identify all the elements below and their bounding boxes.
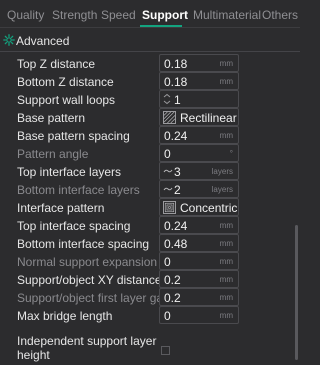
setting-label: Independent support layer [17,334,157,348]
setting-label: Interface pattern [17,201,105,215]
bottom-z-distance-input[interactable]: 0.18 mm [159,72,239,90]
active-tab-indicator [140,25,182,27]
setting-label-continued: height [17,348,50,362]
first-layer-gap-input[interactable]: 0.2 mm [159,288,239,306]
section-title: Advanced [16,34,70,48]
tab-quality[interactable]: Quality [7,8,44,22]
field-unit: mm [219,131,233,140]
setting-row-independent-support-height: Independent support layer height [0,326,292,362]
base-pattern-select[interactable]: Rectilinear [159,108,239,126]
field-value: 1 [174,93,181,107]
field-unit: mm [219,59,233,68]
field-value: 0.24 [164,129,188,143]
tab-others[interactable]: Others [262,8,298,22]
field-value: 0.2 [164,273,181,287]
interface-pattern-select[interactable]: Concentric [159,198,239,216]
field-value: Concentric [180,201,238,215]
tilde-icon [163,187,173,191]
setting-label: Normal support expansion [17,255,158,269]
field-unit: mm [219,257,233,266]
top-z-distance-input[interactable]: 0.18 mm [159,54,239,72]
settings-tab-bar: Quality Strength Speed Support Multimate… [0,0,300,28]
setting-label: Max bridge length [17,309,113,323]
tab-strength[interactable]: Strength [52,8,97,22]
field-value: 0.2 [164,291,181,305]
support-wall-loops-spinner[interactable]: 1 [159,90,239,108]
max-bridge-length-input[interactable]: 0 mm [159,306,239,324]
setting-label: Bottom interface layers [17,183,140,197]
base-pattern-spacing-input[interactable]: 0.24 mm [159,126,239,144]
setting-label: Support/object first layer gap [17,291,170,305]
field-unit: ° [229,149,233,158]
section-divider [0,51,300,52]
field-value: 0.18 [164,75,188,89]
setting-label: Base pattern [17,111,86,125]
tab-speed[interactable]: Speed [101,8,136,22]
field-value: 3 [174,165,181,179]
field-unit: mm [219,293,233,302]
field-value: 0 [164,309,171,323]
setting-label: Support/object XY distance [17,273,162,287]
field-value: 0.24 [164,219,188,233]
setting-label: Top interface spacing [17,219,131,233]
setting-label: Support wall loops [17,93,116,107]
pattern-angle-input[interactable]: 0 ° [159,144,239,162]
top-interface-layers-combo[interactable]: 3 layers [159,162,239,180]
setting-label: Bottom interface spacing [17,237,150,251]
xy-distance-input[interactable]: 0.2 mm [159,270,239,288]
field-value: 0.48 [164,237,188,251]
bottom-interface-spacing-input[interactable]: 0.48 mm [159,234,239,252]
gear-icon [3,34,15,46]
field-unit: mm [219,221,233,230]
field-unit: mm [219,77,233,86]
field-value: 2 [174,183,181,197]
normal-support-expansion-input[interactable]: 0 mm [159,252,239,270]
tilde-icon [163,169,173,173]
bottom-interface-layers-combo[interactable]: 2 layers [159,180,239,198]
tab-support[interactable]: Support [142,8,188,22]
field-unit: mm [219,239,233,248]
setting-label: Top Z distance [17,57,96,71]
concentric-pattern-icon [163,201,176,214]
setting-label: Base pattern spacing [17,129,130,143]
field-value: 0 [164,147,171,161]
scrollbar-thumb[interactable] [295,225,298,360]
setting-label: Pattern angle [17,147,89,161]
spinner-arrows-icon[interactable] [163,93,171,105]
setting-row-max-bridge-length: Max bridge length 0 mm [0,305,292,328]
field-value: Rectilinear [180,111,237,125]
top-interface-spacing-input[interactable]: 0.24 mm [159,216,239,234]
field-value: 0 [164,255,171,269]
rectilinear-pattern-icon [163,111,176,124]
setting-label: Top interface layers [17,165,122,179]
field-unit: layers [211,185,233,194]
field-unit: layers [211,167,233,176]
section-header-advanced[interactable]: Advanced [0,33,300,49]
field-value: 0.18 [164,57,188,71]
field-unit: mm [219,311,233,320]
field-unit: mm [219,275,233,284]
setting-label: Bottom Z distance [17,75,114,89]
tab-multimaterial[interactable]: Multimaterial [193,8,261,22]
independent-support-height-checkbox[interactable] [161,346,170,355]
